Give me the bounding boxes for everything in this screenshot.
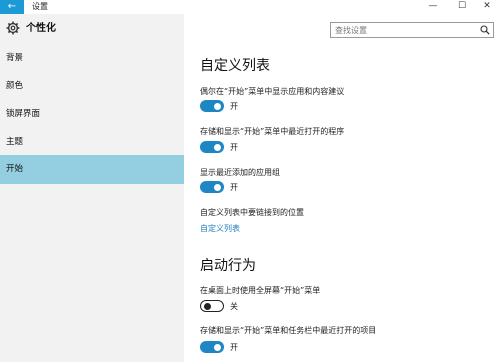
gear-icon [6,21,20,35]
recent-items-toggle[interactable] [200,341,224,353]
recent-apps-toggle-state: 开 [230,183,238,192]
recent-apps-toggle[interactable] [200,181,224,193]
fullscreen-start-toggle-state: 关 [230,302,238,311]
option-suggestions-label: 偶尔在“开始”菜单中显示应用和内容建议 [200,87,345,96]
recent-programs-toggle-state: 开 [230,143,238,152]
option-recent-items-label: 存储和显示“开始”菜单和任务栏中最近打开的项目 [200,326,377,335]
custom-list-heading: 自定义列表 [200,58,270,74]
sidebar-item-start[interactable]: 开始 [0,155,184,184]
suggestions-toggle-state: 开 [230,102,238,111]
option-fullscreen-start-label: 在桌面上时使用全屏幕“开始”菜单 [200,286,321,295]
sidebar-item-background[interactable]: 背景 [0,44,184,72]
window-title: 设置 [32,2,48,11]
section-title: 个性化 [26,23,56,34]
sidebar-item-lock-screen[interactable]: 锁屏界面 [0,100,184,128]
sidebar-item-themes[interactable]: 主题 [0,128,184,156]
links-location-label: 自定义列表中要链接到的位置 [200,208,304,217]
back-arrow-icon: ← [7,1,17,12]
back-button[interactable]: ← [0,0,24,14]
option-recent-apps-label: 显示最近添加的应用组 [200,168,280,177]
custom-list-link[interactable]: 自定义列表 [200,223,240,234]
toggle-knob [204,302,211,310]
toggle-knob [214,343,221,351]
main-content: 自定义列表 偶尔在“开始”菜单中显示应用和内容建议 开 存储和显示“开始”菜单中… [200,0,500,362]
suggestions-toggle[interactable] [200,100,224,112]
recent-items-toggle-state: 开 [230,343,238,352]
toggle-knob [214,183,221,191]
toggle-knob [214,102,221,110]
startup-heading: 启动行为 [200,258,256,274]
recent-programs-toggle[interactable] [200,141,224,153]
toggle-knob [214,143,221,151]
option-recent-programs-label: 存储和显示“开始”菜单中最近打开的程序 [200,127,345,136]
sidebar-item-colors[interactable]: 颜色 [0,72,184,100]
fullscreen-start-toggle[interactable] [200,300,224,312]
